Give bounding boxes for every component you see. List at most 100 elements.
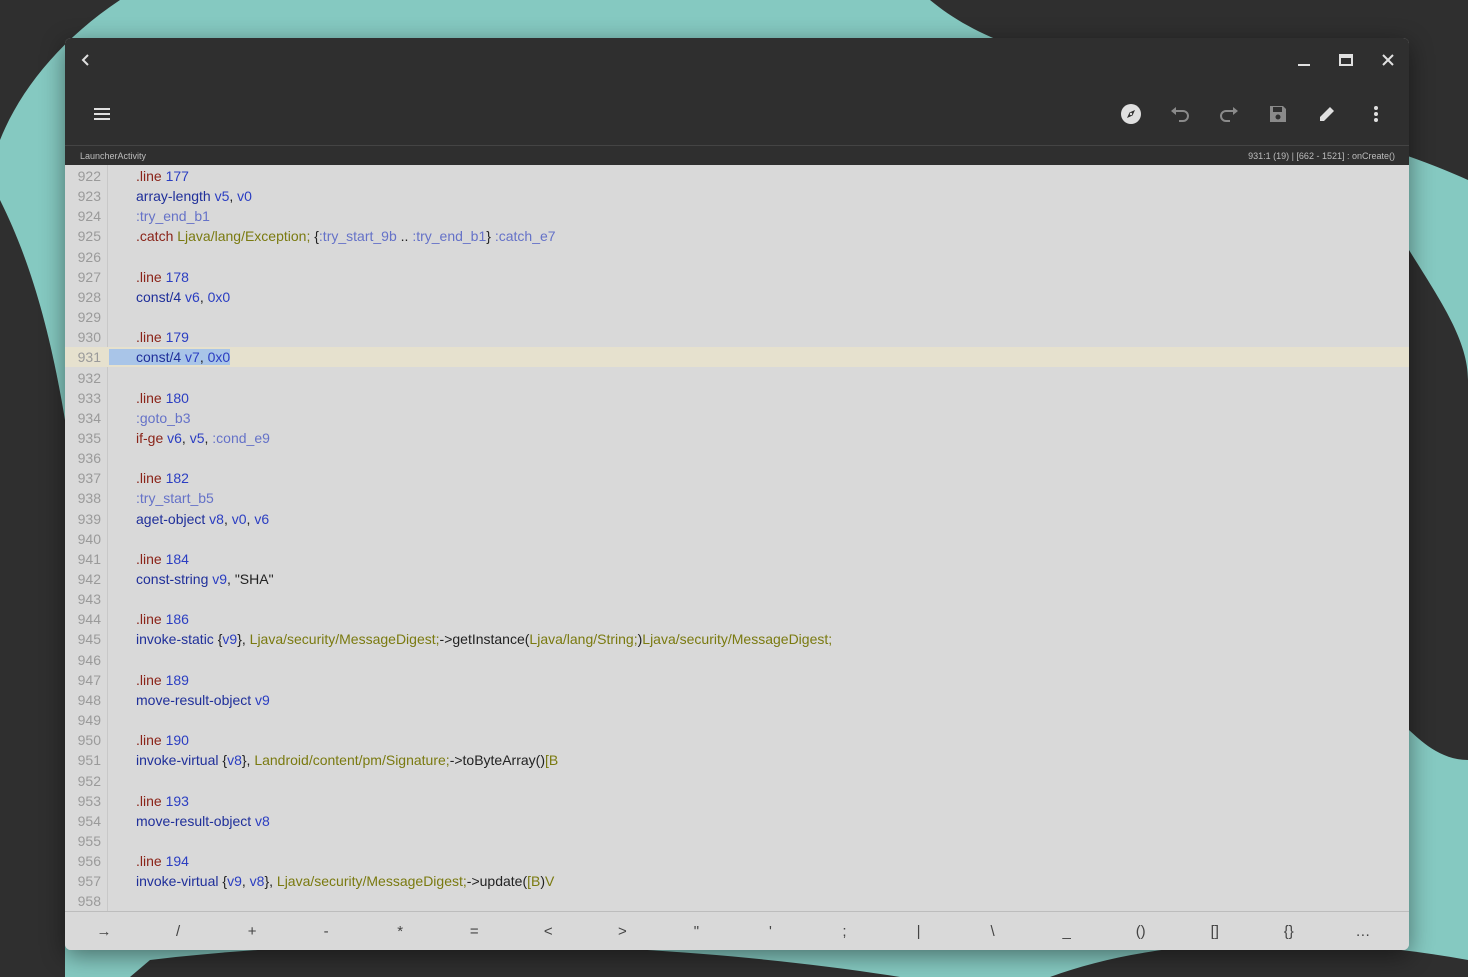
code-token: 189 (165, 671, 189, 688)
code-token: .line (136, 470, 162, 487)
code-line[interactable]: 942 const-string v9, "SHA" (65, 569, 1409, 589)
minimize-button[interactable] (1288, 44, 1320, 76)
symbol-key[interactable]: " (659, 912, 733, 950)
code-token: :cond_e9 (212, 429, 270, 446)
symbol-key[interactable]: … (1326, 912, 1400, 950)
code-line[interactable]: 941 .line 184 (65, 549, 1409, 569)
code-line[interactable]: 945 invoke-static {v9}, Ljava/security/Me… (65, 629, 1409, 649)
code-token: v5 (189, 429, 205, 446)
symbol-key[interactable]: {} (1252, 912, 1326, 950)
code-line[interactable]: 925 .catch Ljava/lang/Exception; {:try_st… (65, 226, 1409, 246)
code-text: if-ge v6, v5, :cond_e9 (136, 428, 270, 448)
code-token: move-result-object (136, 691, 252, 708)
code-line[interactable]: 950 .line 190 (65, 730, 1409, 750)
more-options-button[interactable] (1356, 94, 1396, 134)
code-line[interactable]: 923 array-length v5, v0 (65, 186, 1409, 206)
navigate-button[interactable] (1111, 94, 1151, 134)
code-line[interactable]: 957 invoke-virtual {v9, v8}, Ljava/securi… (65, 871, 1409, 891)
line-number: 948 (77, 691, 101, 708)
code-line[interactable]: 951 invoke-virtual {v8}, Landroid/content… (65, 750, 1409, 770)
code-line[interactable]: 954 move-result-object v8 (65, 811, 1409, 831)
line-number: 943 (77, 591, 101, 608)
maximize-button[interactable] (1330, 44, 1362, 76)
code-line[interactable]: 952 (65, 771, 1409, 791)
code-token: v8 (249, 873, 265, 890)
code-token: 180 (165, 389, 189, 406)
code-line[interactable]: 931 const/4 v7, 0x0 (65, 347, 1409, 368)
symbol-key[interactable]: > (585, 912, 659, 950)
symbol-key[interactable]: < (511, 912, 585, 950)
symbol-key[interactable]: _ (1030, 912, 1104, 950)
file-class-name: LauncherActivity (80, 151, 147, 161)
code-line[interactable]: 938:try_start_b5 (65, 488, 1409, 508)
redo-button[interactable] (1209, 94, 1249, 134)
code-line[interactable]: 947 .line 189 (65, 670, 1409, 690)
menu-button[interactable] (82, 94, 122, 134)
code-token: Ljava/lang/String; (529, 631, 638, 648)
code-token: 193 (165, 792, 189, 809)
code-line[interactable]: 953 .line 193 (65, 791, 1409, 811)
symbol-key[interactable]: = (437, 912, 511, 950)
code-line[interactable]: 922 .line 177 (65, 166, 1409, 186)
code-token: v8 (227, 752, 242, 769)
code-line[interactable]: 929 (65, 307, 1409, 327)
code-line[interactable]: 935 if-ge v6, v5, :cond_e9 (65, 428, 1409, 448)
code-line[interactable]: 948 move-result-object v9 (65, 690, 1409, 710)
code-text: .line 186 (136, 609, 189, 629)
code-token: :try_end_b1 (136, 208, 210, 225)
edit-button[interactable] (1307, 94, 1347, 134)
code-line[interactable]: 958 (65, 891, 1409, 911)
symbol-key[interactable]: + (215, 912, 289, 950)
symbol-key[interactable]: → (67, 912, 141, 950)
code-line[interactable]: 936 (65, 448, 1409, 468)
code-token: invoke-static (136, 631, 214, 648)
code-token: .line (136, 329, 162, 346)
symbol-key[interactable]: () (1104, 912, 1178, 950)
code-line[interactable]: 926 (65, 247, 1409, 267)
code-line[interactable]: 946 (65, 650, 1409, 670)
code-line[interactable]: 928 const/4 v6, 0x0 (65, 287, 1409, 307)
symbol-bar: → / + - * = < > " '; | \ _()[]{}… (65, 911, 1409, 950)
code-line[interactable]: 933 .line 180 (65, 388, 1409, 408)
code-line[interactable]: 955 (65, 831, 1409, 851)
code-line[interactable]: 932 (65, 368, 1409, 388)
code-token: 0x0 (207, 349, 231, 366)
symbol-key[interactable]: ' (733, 912, 807, 950)
symbol-key[interactable]: ; (808, 912, 882, 950)
code-token: :try_start_9b (318, 228, 397, 245)
code-token: 182 (165, 470, 189, 487)
line-number: 957 (77, 873, 101, 890)
code-line[interactable]: 927 .line 178 (65, 267, 1409, 287)
save-button[interactable] (1258, 94, 1298, 134)
code-line[interactable]: 940 (65, 529, 1409, 549)
line-number: 932 (77, 369, 101, 386)
code-token: .line (136, 550, 162, 567)
back-button[interactable] (70, 44, 102, 76)
symbol-key[interactable]: - (289, 912, 363, 950)
code-line[interactable]: 944 .line 186 (65, 609, 1409, 629)
code-line[interactable]: 956 .line 194 (65, 851, 1409, 871)
line-number: 939 (77, 510, 101, 527)
code-token: invoke-virtual (136, 873, 219, 890)
undo-button[interactable] (1160, 94, 1200, 134)
code-line[interactable]: 949 (65, 710, 1409, 730)
symbol-key[interactable]: [] (1178, 912, 1252, 950)
code-line[interactable]: 930 .line 179 (65, 327, 1409, 347)
code-line[interactable]: 937 .line 182 (65, 468, 1409, 488)
code-text: :try_end_b1 (136, 206, 210, 226)
symbol-key[interactable]: / (141, 912, 215, 950)
close-button[interactable] (1372, 44, 1404, 76)
code-line[interactable]: 924:try_end_b1 (65, 206, 1409, 226)
symbol-key[interactable]: \ (956, 912, 1030, 950)
code-token: { (310, 228, 319, 245)
symbol-key[interactable]: | (882, 912, 956, 950)
code-token: .line (136, 853, 162, 870)
line-number: 958 (77, 893, 101, 910)
code-line[interactable]: 943 (65, 589, 1409, 609)
text-selection: const/4 v7, 0x0 (109, 349, 231, 366)
code-line[interactable]: 939 aget-object v8, v0, v6 (65, 509, 1409, 529)
compass-icon (1121, 104, 1141, 124)
symbol-key[interactable]: * (363, 912, 437, 950)
code-editor[interactable]: 922 .line 177 923 array-length v5, v0 924:tr… (65, 165, 1409, 911)
code-line[interactable]: 934:goto_b3 (65, 408, 1409, 428)
